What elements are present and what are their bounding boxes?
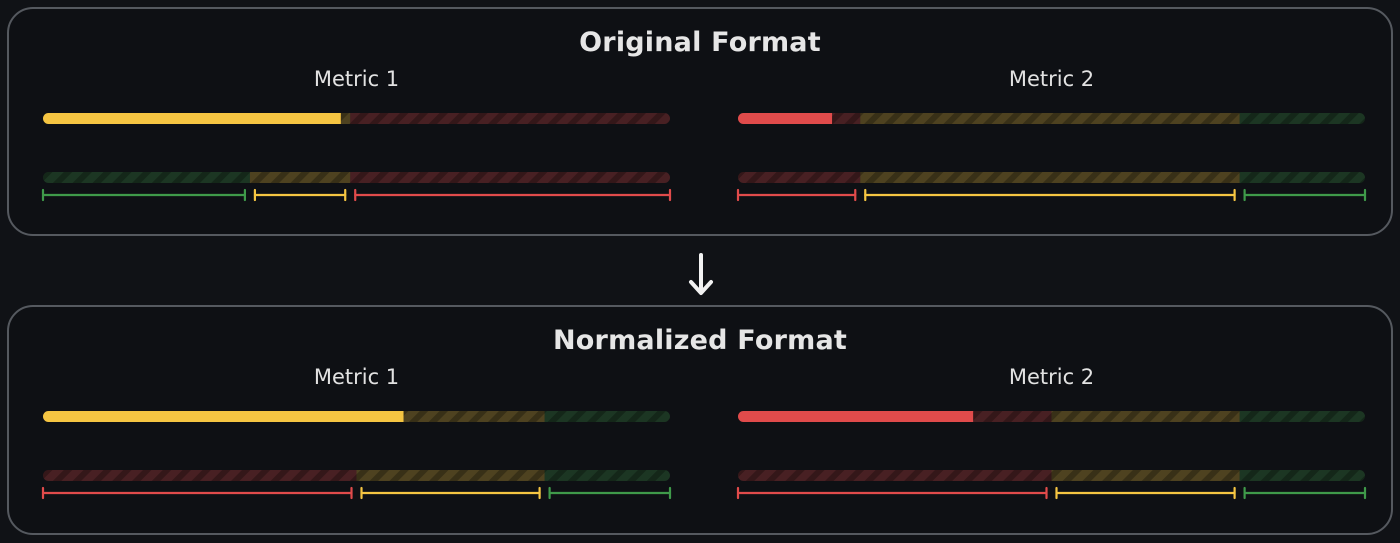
zone-track [738,172,1365,183]
range-bracket [360,486,541,500]
value-bar-fill [738,113,833,124]
metric-1-gauge [41,113,672,202]
value-bar [738,411,1365,422]
range-bracket [548,486,672,500]
range-bracket [736,188,857,202]
range-bracket [1243,188,1367,202]
range-bracket [41,188,247,202]
range-bracket [354,188,672,202]
range-bracket [253,188,347,202]
range-bracket [864,188,1236,202]
normalized-format-gauges [41,411,1367,500]
zone-track-stripes [43,172,670,183]
zone-track-stripes [738,172,1365,183]
zone-track [43,470,670,481]
original-format-gauges [41,113,1367,202]
value-bar [738,113,1365,124]
value-bar-fill [738,411,974,422]
normalized-format-panel: Normalized Format Metric 1 Metric 2 [7,305,1393,535]
range-bracket [736,486,1048,500]
metric-1-gauge [41,411,672,500]
metric-2-gauge [736,411,1367,500]
metric-2-gauge [736,113,1367,202]
arrow-down-icon [689,253,713,295]
value-bar [43,113,670,124]
range-bracket [1055,486,1236,500]
zone-track-stripes [43,470,670,481]
range-bracket [41,486,353,500]
range-bracket [1243,486,1367,500]
zone-track [738,470,1365,481]
value-bar-fill [43,113,341,124]
value-bar-fill [43,411,404,422]
original-format-panel: Original Format Metric 1 Metric 2 [7,7,1393,236]
zone-track-stripes [738,470,1365,481]
value-bar [43,411,670,422]
zone-track [43,172,670,183]
